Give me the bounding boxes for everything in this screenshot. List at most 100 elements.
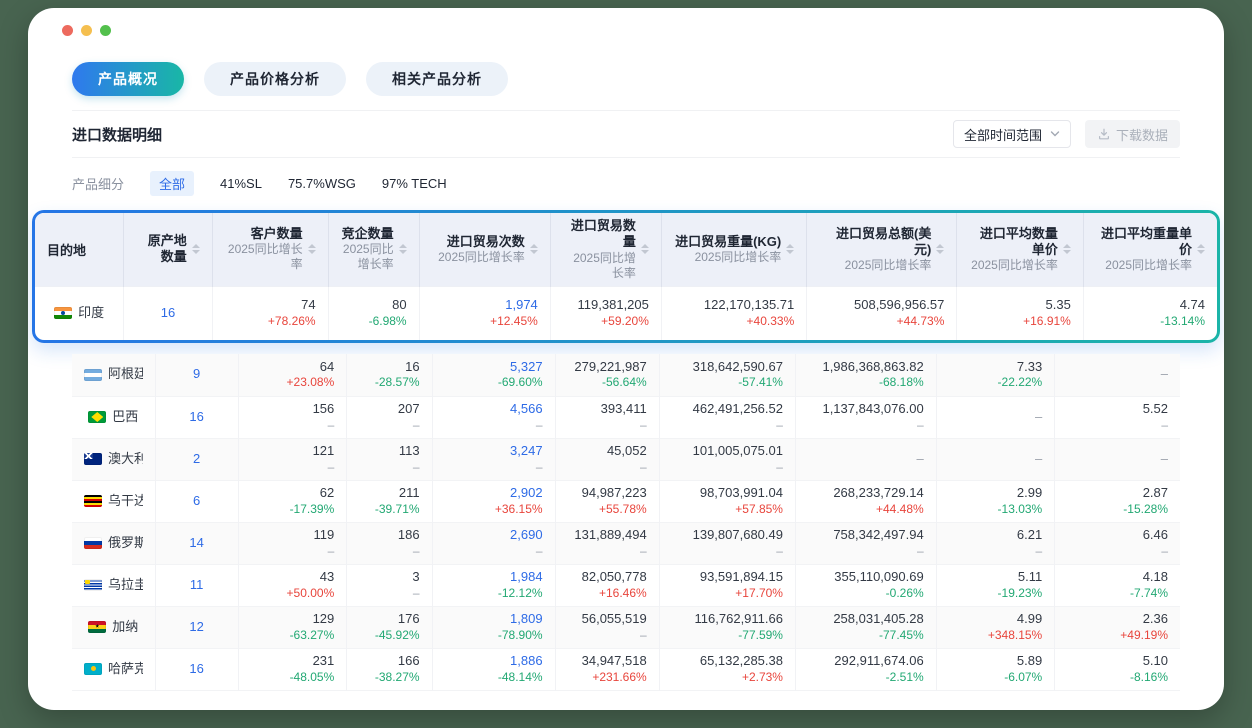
- origin-count-link[interactable]: 9: [193, 366, 200, 383]
- cell-value: 64: [320, 359, 334, 376]
- table-row[interactable]: 乌干达662-17.39%211-39.71%2,902+36.15%94,98…: [72, 480, 1180, 522]
- origin-count-link[interactable]: 2: [193, 451, 200, 468]
- trade-count-link[interactable]: 4,566: [510, 401, 543, 418]
- filter-option-all[interactable]: 全部: [150, 171, 194, 196]
- column-header-7[interactable]: 进口贸易重量(KG)2025同比增长率: [661, 213, 806, 286]
- cell-value: 258,031,405.28: [833, 611, 923, 628]
- download-icon: [1097, 127, 1111, 141]
- column-header-4[interactable]: 竞企数量2025同比增长率: [328, 213, 419, 286]
- metric-cell: 5.89-6.07%: [936, 648, 1055, 690]
- table-row[interactable]: 俄罗斯14119–186–2,690–131,889,494–139,807,6…: [72, 522, 1180, 564]
- filter-option-97tech[interactable]: 97% TECH: [382, 176, 447, 191]
- sort-icon[interactable]: [641, 244, 649, 254]
- metric-cell: 2.36+49.19%: [1055, 606, 1180, 648]
- trade-count-link[interactable]: 1,809: [510, 611, 543, 628]
- tab-product-overview[interactable]: 产品概况: [72, 62, 184, 96]
- origin-count-link[interactable]: 6: [193, 493, 200, 510]
- metric-cell: 4.18-7.74%: [1055, 564, 1180, 606]
- sort-icon[interactable]: [1063, 244, 1071, 254]
- country-flag-icon: [88, 621, 106, 633]
- origin-count-link[interactable]: 16: [189, 409, 203, 426]
- sort-icon[interactable]: [530, 244, 538, 254]
- column-header-3[interactable]: 客户数量2025同比增长率: [212, 213, 328, 286]
- metric-cell: 5.52–: [1055, 396, 1180, 438]
- trade-count-link[interactable]: 2,902: [510, 485, 543, 502]
- cell-value: 56,055,519: [582, 611, 647, 628]
- cell-change: –: [640, 418, 647, 434]
- product-segment-filter: 产品细分 全部 41%SL 75.7%WSG 97% TECH: [72, 158, 1180, 196]
- cell-value: 2.36: [1143, 611, 1168, 628]
- cell-change: -69.60%: [498, 375, 543, 391]
- table-row[interactable]: 加纳12129-63.27%176-45.92%1,809-78.90%56,0…: [72, 606, 1180, 648]
- destination-cell: 加纳: [72, 606, 155, 648]
- filter-option-41sl[interactable]: 41%SL: [220, 176, 262, 191]
- metric-cell: 45,052–: [555, 438, 659, 480]
- metric-cell: 4.99+348.15%: [936, 606, 1055, 648]
- column-title: 进口贸易数量: [563, 218, 636, 251]
- sort-icon[interactable]: [786, 244, 794, 254]
- top-tabs: 产品概况 产品价格分析 相关产品分析: [72, 62, 1180, 96]
- column-header-10[interactable]: 进口平均重量单价2025同比增长率: [1083, 213, 1217, 286]
- sort-icon[interactable]: [399, 244, 407, 254]
- metric-cell: –: [936, 396, 1055, 438]
- cell-value: 93,591,894.15: [700, 569, 783, 586]
- column-header-1: 目的地: [35, 213, 124, 286]
- cell-change: -45.92%: [375, 628, 420, 644]
- sort-icon[interactable]: [1197, 244, 1205, 254]
- origin-count-link[interactable]: 16: [161, 305, 175, 322]
- table-row[interactable]: 印度1674+78.26%80-6.98%1,974+12.45%119,381…: [35, 286, 1217, 340]
- window-zoom-button[interactable]: [100, 25, 111, 36]
- metric-cell: 2,902+36.15%: [432, 480, 555, 522]
- table-row[interactable]: 巴西16156–207–4,566–393,411–462,491,256.52…: [72, 396, 1180, 438]
- sort-icon[interactable]: [308, 244, 316, 254]
- table-row[interactable]: 乌拉圭1143+50.00%3–1,984-12.12%82,050,778+1…: [72, 564, 1180, 606]
- origin-count-cell: 12: [155, 606, 238, 648]
- download-data-button[interactable]: 下载数据: [1085, 120, 1180, 148]
- cell-change: -12.12%: [498, 586, 543, 602]
- cell-value: 43: [320, 569, 334, 586]
- trade-count-link[interactable]: 1,886: [510, 653, 543, 670]
- cell-change: +44.48%: [876, 502, 924, 518]
- metric-cell: 207–: [347, 396, 432, 438]
- table-row[interactable]: 阿根廷964+23.08%16-28.57%5,327-69.60%279,22…: [72, 354, 1180, 396]
- column-header-9[interactable]: 进口平均数量单价2025同比增长率: [957, 213, 1083, 286]
- column-header-8[interactable]: 进口贸易总额(美元)2025同比增长率: [807, 213, 957, 286]
- time-range-select[interactable]: 全部时间范围: [953, 120, 1071, 148]
- origin-count-link[interactable]: 14: [189, 535, 203, 552]
- cell-change: -17.39%: [290, 502, 335, 518]
- cell-change: +17.70%: [735, 586, 783, 602]
- filter-option-757wsg[interactable]: 75.7%WSG: [288, 176, 356, 191]
- table-row[interactable]: 哈萨克斯坦16231-48.05%166-38.27%1,886-48.14%3…: [72, 648, 1180, 690]
- window-close-button[interactable]: [62, 25, 73, 36]
- column-subtitle: 2025同比增长率: [563, 251, 636, 281]
- trade-count-link[interactable]: 1,974: [505, 297, 538, 314]
- origin-count-link[interactable]: 12: [189, 619, 203, 636]
- trade-count-link[interactable]: 5,327: [510, 359, 543, 376]
- sort-icon[interactable]: [192, 244, 200, 254]
- window-minimize-button[interactable]: [81, 25, 92, 36]
- table-row[interactable]: 澳大利亚2121–113–3,247–45,052–101,005,075.01…: [72, 438, 1180, 480]
- column-header-2[interactable]: 原产地数量: [124, 213, 213, 286]
- cell-change: +59.20%: [601, 314, 649, 330]
- metric-cell: 393,411–: [555, 396, 659, 438]
- metric-cell: 1,974+12.45%: [419, 286, 550, 340]
- origin-count-link[interactable]: 16: [189, 661, 203, 678]
- trade-count-link[interactable]: 1,984: [510, 569, 543, 586]
- column-title: 目的地: [47, 240, 111, 259]
- column-header-6[interactable]: 进口贸易数量2025同比增长率: [550, 213, 661, 286]
- cell-value: –: [916, 451, 923, 468]
- column-header-5[interactable]: 进口贸易次数2025同比增长率: [419, 213, 550, 286]
- metric-cell: 176-45.92%: [347, 606, 432, 648]
- cell-change: –: [328, 544, 335, 560]
- origin-count-link[interactable]: 11: [190, 577, 204, 594]
- tab-price-analysis[interactable]: 产品价格分析: [204, 62, 346, 96]
- cell-value: –: [1161, 451, 1168, 468]
- column-subtitle: 2025同比增长率: [1096, 258, 1192, 273]
- trade-count-link[interactable]: 2,690: [510, 527, 543, 544]
- trade-count-link[interactable]: 3,247: [510, 443, 543, 460]
- sort-icon[interactable]: [936, 244, 944, 254]
- column-title: 竞企数量: [341, 226, 394, 242]
- cell-value: 119: [314, 527, 335, 544]
- column-title: 进口贸易次数: [438, 234, 525, 250]
- tab-related-products[interactable]: 相关产品分析: [366, 62, 508, 96]
